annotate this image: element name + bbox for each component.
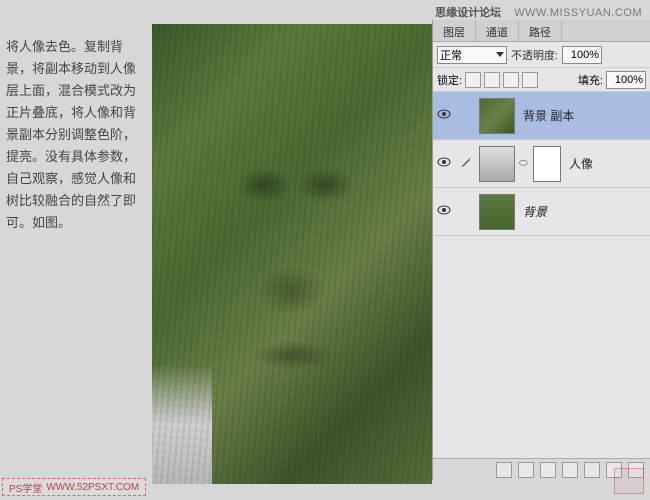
link-icon[interactable]: ⬭ [519, 158, 529, 169]
opacity-value: 100% [571, 49, 599, 61]
tab-layers[interactable]: 图层 [433, 20, 476, 41]
layer-row-background[interactable]: 背景 [433, 188, 650, 236]
blend-mode-row: 正常 不透明度: 100% [433, 42, 650, 68]
lock-transparency-icon[interactable] [465, 72, 481, 88]
blend-mode-select[interactable]: 正常 [437, 46, 507, 64]
watermark-bottom-left: PS学堂 WWW.52PSXT.COM [2, 478, 146, 496]
lock-position-icon[interactable] [503, 72, 519, 88]
fill-label: 填充: [578, 72, 603, 88]
watermark-brand: PS学堂 [9, 480, 42, 495]
result-image [152, 24, 432, 484]
visibility-toggle[interactable] [435, 205, 453, 218]
forum-name: 思缘设计论坛 [435, 7, 501, 19]
layer-row-portrait[interactable]: ⬭ 人像 [433, 140, 650, 188]
tab-paths[interactable]: 路径 [519, 20, 562, 41]
fill-input[interactable]: 100% [606, 71, 646, 89]
watermark-url: WWW.52PSXT.COM [46, 482, 139, 493]
adjustment-layer-button[interactable] [562, 462, 578, 478]
layer-thumbnail[interactable] [479, 98, 515, 134]
lock-paint-icon[interactable] [484, 72, 500, 88]
visibility-toggle[interactable] [435, 157, 453, 170]
eye-icon [437, 157, 451, 167]
tab-channels[interactable]: 通道 [476, 20, 519, 41]
new-group-button[interactable] [584, 462, 600, 478]
layer-style-button[interactable] [518, 462, 534, 478]
layers-panel: 图层 通道 路径 正常 不透明度: 100% 锁定: 填充: 100% 背景 副… [432, 20, 650, 480]
forum-url: WWW.MISSYUAN.COM [514, 7, 642, 19]
watermark-bottom-right [614, 468, 644, 494]
eye-icon [437, 205, 451, 215]
opacity-label: 不透明度: [511, 47, 558, 63]
lock-row: 锁定: 填充: 100% [433, 68, 650, 92]
fill-value: 100% [615, 74, 643, 86]
opacity-input[interactable]: 100% [562, 46, 602, 64]
face-tree-texture [152, 24, 432, 484]
layer-name[interactable]: 背景 [523, 203, 547, 220]
layer-name[interactable]: 人像 [569, 155, 593, 172]
blend-mode-value: 正常 [440, 47, 462, 63]
panel-tabs: 图层 通道 路径 [433, 20, 650, 42]
layer-thumbnail[interactable] [479, 146, 515, 182]
instruction-text: 将人像去色。复制背景，将副本移动到人像层上面，混合模式改为正片叠底，将人像和背景… [6, 36, 146, 234]
layer-row-background-copy[interactable]: 背景 副本 [433, 92, 650, 140]
header-watermark: 思缘设计论坛 WWW.MISSYUAN.COM [435, 4, 642, 20]
lock-label: 锁定: [437, 72, 462, 88]
layer-name[interactable]: 背景 副本 [523, 107, 574, 124]
brush-indicator [457, 155, 475, 172]
layer-mask-thumbnail[interactable] [533, 146, 561, 182]
link-layers-button[interactable] [496, 462, 512, 478]
layer-mask-button[interactable] [540, 462, 556, 478]
visibility-toggle[interactable] [435, 109, 453, 122]
chevron-down-icon [496, 52, 504, 57]
eye-icon [437, 109, 451, 119]
lock-all-icon[interactable] [522, 72, 538, 88]
brush-icon [459, 155, 473, 169]
layer-thumbnail[interactable] [479, 194, 515, 230]
